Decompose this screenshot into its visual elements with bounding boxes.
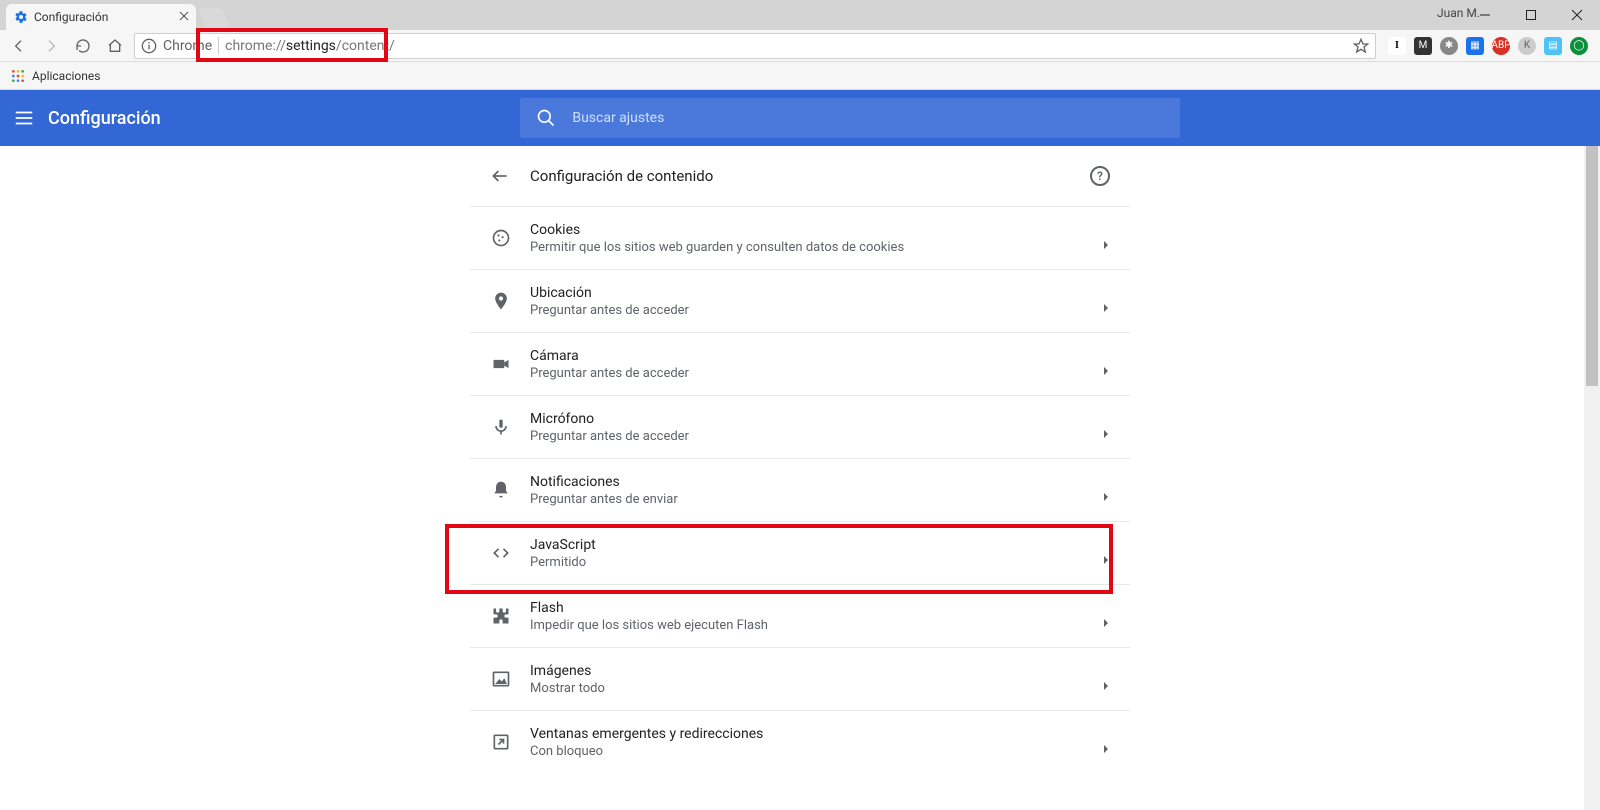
- search-placeholder: Buscar ajustes: [572, 110, 664, 126]
- chevron-right-icon: [1102, 612, 1110, 620]
- row-title: Cookies: [530, 222, 1102, 238]
- gear-icon: [14, 10, 28, 24]
- bookmarks-bar: Aplicaciones: [0, 62, 1600, 90]
- vertical-scrollbar[interactable]: [1584, 146, 1600, 810]
- apps-icon[interactable]: [10, 68, 26, 84]
- extension-icon[interactable]: ▦: [1466, 37, 1484, 55]
- close-icon[interactable]: [178, 10, 190, 22]
- row-subtitle: Preguntar antes de acceder: [530, 429, 1102, 444]
- secure-label: Chrome: [163, 38, 212, 54]
- chevron-right-icon: [1102, 675, 1110, 683]
- extension-icon[interactable]: ◯: [1570, 37, 1588, 55]
- row-subtitle: Con bloqueo: [530, 744, 1102, 759]
- window-titlebar: Configuración Juan M.: [0, 0, 1600, 30]
- search-icon: [536, 108, 556, 128]
- extension-icon[interactable]: ▤: [1544, 37, 1562, 55]
- back-button[interactable]: [6, 33, 32, 59]
- row-title: Ubicación: [530, 285, 1102, 301]
- chevron-right-icon: [1102, 234, 1110, 242]
- help-icon[interactable]: ?: [1090, 166, 1110, 186]
- window-controls: [1462, 0, 1600, 30]
- row-subtitle: Impedir que los sitios web ejecuten Flas…: [530, 618, 1102, 633]
- reload-button[interactable]: [70, 33, 96, 59]
- extension-icon[interactable]: ABP: [1492, 37, 1510, 55]
- chevron-right-icon: [1102, 486, 1110, 494]
- url-host: settings: [286, 38, 336, 54]
- extension-icons: I M ✱ ▦ ABP K ▤ ◯: [1382, 37, 1594, 55]
- row-camera[interactable]: Cámara Preguntar antes de acceder: [470, 332, 1130, 395]
- extension-icon[interactable]: ✱: [1440, 37, 1458, 55]
- maximize-button[interactable]: [1508, 0, 1554, 30]
- settings-panel: Configuración de contenido ? Cookies Perm…: [470, 146, 1130, 810]
- site-info-icon[interactable]: [141, 38, 157, 54]
- location-icon: [490, 290, 512, 312]
- bookmark-star-icon[interactable]: [1353, 38, 1369, 54]
- home-button[interactable]: [102, 33, 128, 59]
- row-subtitle: Preguntar antes de acceder: [530, 303, 1102, 318]
- new-tab-button[interactable]: [198, 8, 229, 28]
- apps-label[interactable]: Aplicaciones: [32, 69, 100, 83]
- cookie-icon: [490, 227, 512, 249]
- puzzle-icon: [490, 605, 512, 627]
- row-javascript[interactable]: JavaScript Permitido: [470, 521, 1130, 584]
- row-title: Imágenes: [530, 663, 1102, 679]
- forward-button[interactable]: [38, 33, 64, 59]
- url-prefix: chrome://: [225, 38, 286, 54]
- row-flash[interactable]: Flash Impedir que los sitios web ejecuten…: [470, 584, 1130, 647]
- popup-icon: [490, 731, 512, 753]
- bell-icon: [490, 479, 512, 501]
- tab-title: Configuración: [34, 10, 108, 24]
- row-popups[interactable]: Ventanas emergentes y redirecciones Con b…: [470, 710, 1130, 773]
- settings-appbar: Configuración Buscar ajustes: [0, 90, 1600, 146]
- code-icon: [490, 542, 512, 564]
- row-title: Cámara: [530, 348, 1102, 364]
- mic-icon: [490, 416, 512, 438]
- row-images[interactable]: Imágenes Mostrar todo: [470, 647, 1130, 710]
- panel-title: Configuración de contenido: [530, 167, 713, 185]
- browser-tab[interactable]: Configuración: [6, 4, 196, 30]
- settings-search[interactable]: Buscar ajustes: [520, 98, 1180, 138]
- row-subtitle: Preguntar antes de enviar: [530, 492, 1102, 507]
- row-mic[interactable]: Micrófono Preguntar antes de acceder: [470, 395, 1130, 458]
- chevron-right-icon: [1102, 549, 1110, 557]
- back-arrow-icon[interactable]: [490, 166, 510, 186]
- chevron-right-icon: [1102, 360, 1110, 368]
- panel-header: Configuración de contenido ?: [470, 146, 1130, 206]
- row-subtitle: Mostrar todo: [530, 681, 1102, 696]
- row-cookies[interactable]: Cookies Permitir que los sitios web guard…: [470, 206, 1130, 269]
- minimize-button[interactable]: [1462, 0, 1508, 30]
- row-subtitle: Preguntar antes de acceder: [530, 366, 1102, 381]
- chevron-right-icon: [1102, 423, 1110, 431]
- row-title: Ventanas emergentes y redirecciones: [530, 726, 1102, 742]
- extension-icon[interactable]: K: [1518, 37, 1536, 55]
- row-subtitle: Permitir que los sitios web guarden y co…: [530, 240, 1102, 255]
- close-window-button[interactable]: [1554, 0, 1600, 30]
- camera-icon: [490, 353, 512, 375]
- menu-button[interactable]: [0, 107, 48, 129]
- extension-icon[interactable]: I: [1388, 37, 1406, 55]
- row-location[interactable]: Ubicación Preguntar antes de acceder: [470, 269, 1130, 332]
- content-area: Configuración de contenido ? Cookies Perm…: [0, 146, 1600, 810]
- row-title: Flash: [530, 600, 1102, 616]
- row-title: Notificaciones: [530, 474, 1102, 490]
- chevron-right-icon: [1102, 297, 1110, 305]
- row-notifications[interactable]: Notificaciones Preguntar antes de enviar: [470, 458, 1130, 521]
- address-bar[interactable]: Chrome chrome://settings/content/: [134, 33, 1376, 59]
- row-title: Micrófono: [530, 411, 1102, 427]
- row-subtitle: Permitido: [530, 555, 1102, 570]
- url-path: /content/: [336, 38, 395, 54]
- toolbar: Chrome chrome://settings/content/ I M ✱ …: [0, 30, 1600, 62]
- scrollbar-thumb[interactable]: [1586, 146, 1598, 386]
- extension-icon[interactable]: M: [1414, 37, 1432, 55]
- image-icon: [490, 668, 512, 690]
- row-title: JavaScript: [530, 537, 1102, 553]
- chevron-right-icon: [1102, 738, 1110, 746]
- appbar-title: Configuración: [48, 108, 161, 129]
